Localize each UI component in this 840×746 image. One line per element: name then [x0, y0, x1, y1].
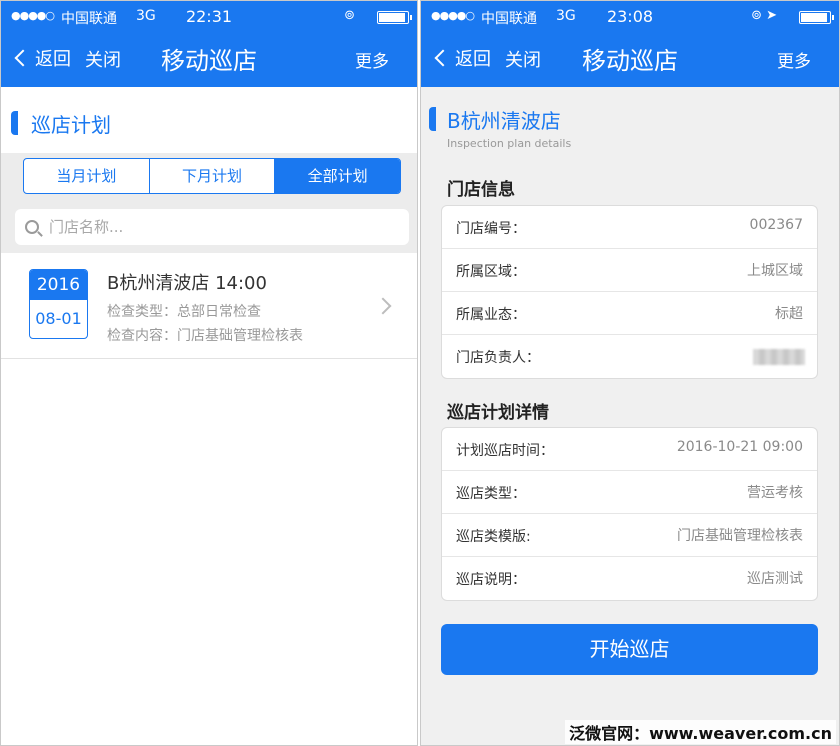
- status-bar: ●●●●○ 中国联通 3G 22:31 ⊚: [1, 1, 417, 33]
- watermark: 泛微官网：www.weaver.com.cn: [565, 720, 836, 744]
- right-phone-screen: ●●●●○ 中国联通 3G 23:08 ⊚ ➤ 返回 关闭 移动巡店 更多 B杭…: [420, 0, 840, 746]
- battery-icon: [377, 11, 412, 24]
- info-value: 002367: [749, 217, 803, 233]
- section-title: 巡店计划: [31, 113, 111, 137]
- redacted-value: [753, 349, 805, 365]
- back-label: 返回: [35, 49, 71, 70]
- plan-check-content: 检查内容：门店基础管理检核表: [107, 328, 303, 344]
- info-label: 所属区域：: [456, 264, 526, 280]
- tabs-container: 当月计划 下月计划 全部计划: [1, 153, 417, 201]
- detail-value: 巡店测试: [747, 571, 803, 587]
- chevron-left-icon: [434, 49, 452, 67]
- info-label: 门店编号：: [456, 221, 526, 237]
- plan-tabs: 当月计划 下月计划 全部计划: [23, 158, 401, 194]
- store-subtitle: Inspection plan details: [447, 137, 572, 150]
- plan-details-title: 巡店计划详情: [447, 403, 549, 423]
- status-bar: ●●●●○ 中国联通 3G 23:08 ⊚ ➤: [421, 1, 839, 33]
- nav-bar: 返回 关闭 移动巡店 更多: [421, 37, 839, 77]
- header: ●●●●○ 中国联通 3G 23:08 ⊚ ➤ 返回 关闭 移动巡店 更多: [421, 1, 839, 87]
- status-icons: ⊚: [344, 8, 355, 23]
- section-header: 巡店计划: [1, 87, 417, 153]
- detail-label: 巡店类模版:: [456, 529, 531, 545]
- back-button[interactable]: 返回: [433, 45, 491, 71]
- section-accent-icon: [429, 107, 436, 131]
- store-info-title: 门店信息: [447, 180, 515, 200]
- detail-row: 计划巡店时间： 2016-10-21 09:00: [442, 428, 817, 471]
- detail-label: 巡店类型：: [456, 486, 526, 502]
- header: ●●●●○ 中国联通 3G 22:31 ⊚ 返回 关闭 移动巡店 更多: [1, 1, 417, 87]
- info-label: 门店负责人：: [456, 350, 540, 366]
- plan-title: B杭州清波店 14:00: [107, 273, 267, 294]
- calendar-badge: 2016 08-01: [29, 269, 88, 339]
- back-label: 返回: [455, 49, 491, 70]
- close-button[interactable]: 关闭: [85, 46, 121, 72]
- more-button[interactable]: 更多: [355, 47, 389, 72]
- left-phone-screen: ●●●●○ 中国联通 3G 22:31 ⊚ 返回 关闭 移动巡店 更多 巡店计划…: [0, 0, 418, 746]
- info-row: 门店负责人：: [442, 335, 817, 378]
- store-title: B杭州清波店: [447, 109, 561, 133]
- info-value: 标超: [775, 306, 803, 322]
- detail-row: 巡店说明： 巡店测试: [442, 557, 817, 600]
- chevron-right-icon: [374, 297, 392, 315]
- detail-row: 巡店类模版: 门店基础管理检核表: [442, 514, 817, 557]
- chevron-left-icon: [14, 49, 32, 67]
- more-button[interactable]: 更多: [777, 47, 811, 72]
- info-row: 所属业态： 标超: [442, 292, 817, 335]
- tab-all-plans[interactable]: 全部计划: [275, 159, 400, 193]
- tab-current-month[interactable]: 当月计划: [24, 159, 150, 193]
- detail-label: 计划巡店时间：: [456, 443, 554, 459]
- plan-check-type: 检查类型：总部日常检查: [107, 304, 261, 320]
- info-value: 上城区域: [747, 263, 803, 279]
- plan-list-item[interactable]: 2016 08-01 B杭州清波店 14:00 检查类型：总部日常检查 检查内容…: [1, 253, 417, 359]
- detail-row: 巡店类型： 营运考核: [442, 471, 817, 514]
- start-inspection-button[interactable]: 开始巡店: [441, 624, 818, 675]
- close-button[interactable]: 关闭: [505, 46, 541, 72]
- store-info-card: 门店编号： 002367 所属区域： 上城区域 所属业态： 标超 门店负责人：: [441, 205, 818, 379]
- store-header: B杭州清波店 Inspection plan details: [421, 87, 839, 157]
- search-box: [15, 209, 409, 245]
- search-icon: [25, 220, 39, 234]
- nav-bar: 返回 关闭 移动巡店 更多: [1, 37, 417, 77]
- status-icons: ⊚ ➤: [751, 8, 777, 23]
- battery-icon: [799, 11, 834, 24]
- calendar-year: 2016: [30, 270, 87, 300]
- back-button[interactable]: 返回: [13, 45, 71, 71]
- tab-next-month[interactable]: 下月计划: [150, 159, 276, 193]
- detail-value: 营运考核: [747, 485, 803, 501]
- plan-details-card: 计划巡店时间： 2016-10-21 09:00 巡店类型： 营运考核 巡店类模…: [441, 427, 818, 601]
- search-input[interactable]: [49, 218, 389, 236]
- info-label: 所属业态：: [456, 307, 526, 323]
- detail-label: 巡店说明：: [456, 572, 526, 588]
- section-accent-icon: [11, 111, 18, 135]
- calendar-date: 08-01: [35, 309, 82, 328]
- info-row: 门店编号： 002367: [442, 206, 817, 249]
- info-row: 所属区域： 上城区域: [442, 249, 817, 292]
- detail-value: 2016-10-21 09:00: [676, 439, 803, 455]
- search-container: [1, 201, 417, 253]
- detail-value: 门店基础管理检核表: [677, 528, 803, 544]
